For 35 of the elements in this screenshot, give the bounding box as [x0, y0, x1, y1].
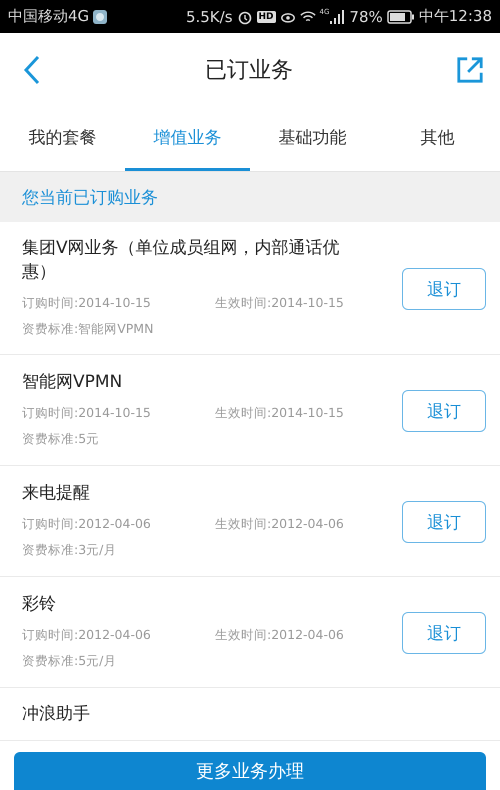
- sim-icon: [93, 10, 108, 24]
- effective-time: 生效时间:2014-10-15: [215, 294, 344, 312]
- battery-percent: 78%: [349, 8, 383, 26]
- order-time: 订购时间:2014-10-15: [22, 294, 152, 312]
- service-name: 彩铃: [22, 593, 57, 616]
- fee-standard: 资费标准:5元/月: [22, 652, 118, 670]
- service-name: 冲浪助手: [22, 703, 91, 726]
- unsubscribe-button[interactable]: 退订: [402, 501, 486, 543]
- effective-time: 生效时间:2012-04-06: [215, 626, 344, 644]
- network-speed: 5.5K/s: [186, 8, 233, 26]
- section-title: 您当前已订购业务: [22, 186, 158, 208]
- alarm-icon: [236, 8, 253, 24]
- order-time: 订购时间:2014-10-15: [22, 404, 152, 422]
- unsubscribe-button[interactable]: 退订: [402, 612, 486, 654]
- fee-standard: 资费标准:5元: [22, 430, 100, 448]
- signal-icon: [329, 8, 346, 24]
- more-services-button[interactable]: 更多业务办理: [14, 752, 486, 790]
- unsubscribe-button[interactable]: 退订: [402, 268, 486, 310]
- carrier-label: 中国移动4G: [8, 7, 90, 26]
- share-icon[interactable]: [456, 56, 484, 84]
- effective-time: 生效时间:2014-10-15: [215, 404, 344, 422]
- service-name: 智能网VPMN: [22, 371, 124, 394]
- clock: 中午12:38: [418, 7, 492, 26]
- service-name: 来电提醒: [22, 482, 91, 505]
- order-time: 订购时间:2012-04-06: [22, 626, 152, 644]
- page-title: 已订业务: [205, 57, 293, 85]
- order-time: 订购时间:2012-04-06: [22, 515, 152, 533]
- fee-standard: 资费标准:3元/月: [22, 541, 118, 559]
- fee-standard: 资费标准:智能网VPMN: [22, 320, 154, 338]
- effective-time: 生效时间:2012-04-06: [215, 515, 344, 533]
- unsubscribe-button[interactable]: 退订: [402, 390, 486, 432]
- service-name: 集团V网业务（单位成员组网，内部通话优惠）: [22, 237, 341, 284]
- hd-badge: HD: [256, 10, 276, 22]
- battery-icon: [386, 10, 415, 24]
- back-icon[interactable]: [22, 54, 42, 86]
